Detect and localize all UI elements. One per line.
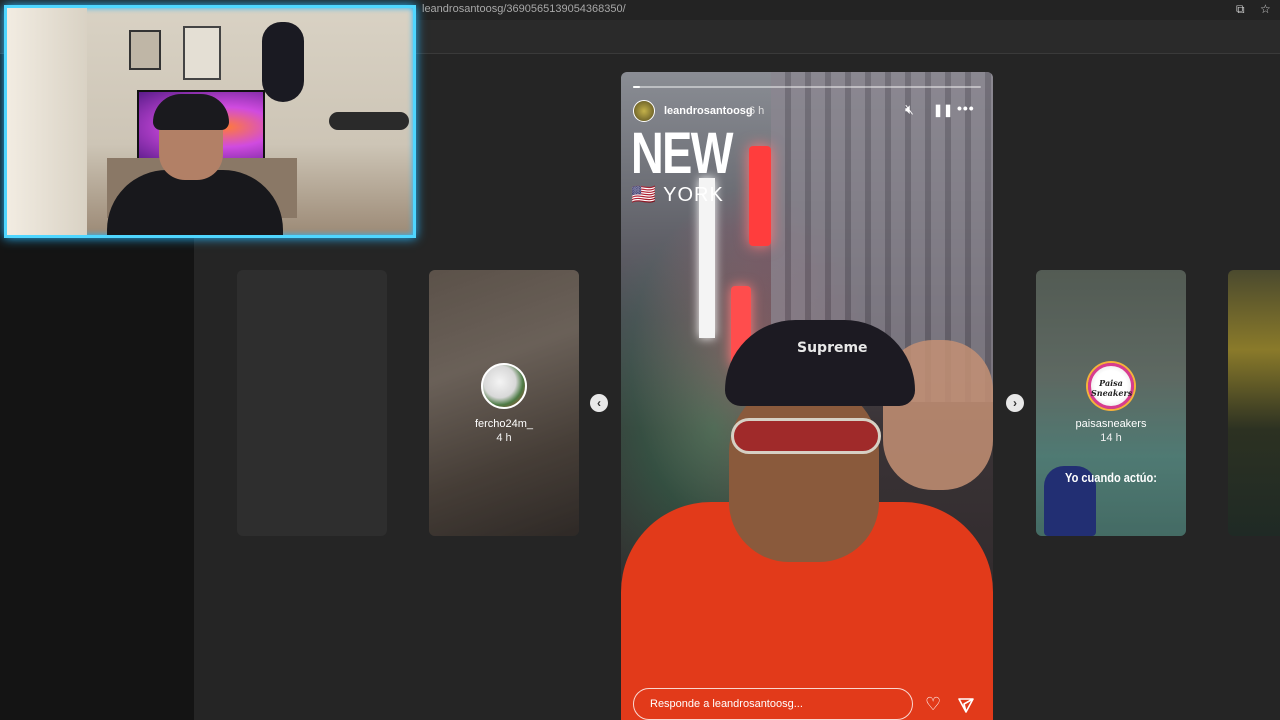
send-icon[interactable] (957, 696, 975, 714)
story-progress-bar (633, 86, 981, 88)
story-reply-input[interactable]: Responde a leandrosantoosg... (633, 688, 913, 720)
webcam-streamer (107, 94, 283, 235)
install-app-icon[interactable]: ⧉ (1236, 2, 1245, 17)
story-username: paisasneakers (1075, 418, 1147, 430)
story-avatar (481, 363, 527, 409)
streamer-webcam-overlay (4, 5, 416, 238)
story-overlay-subtitle: 🇺🇸 YORK (631, 184, 724, 206)
story-preview-empty[interactable] (237, 270, 387, 536)
chevron-right-icon[interactable]: › (1006, 394, 1024, 412)
avatar-logo-text: Paisa Sneakers (1091, 378, 1133, 398)
webcam-streamer-hair (153, 94, 229, 130)
more-icon[interactable]: ••• (957, 100, 975, 116)
webcam-wall-art-image (183, 26, 221, 80)
story-username: fercho24m_ (474, 418, 534, 430)
heart-icon[interactable]: ♡ (925, 694, 941, 715)
url-text[interactable]: leandrosantoosg/3690565139054368350/ (422, 3, 626, 15)
pause-icon[interactable]: ❚❚ (933, 103, 953, 117)
story-time: 4 h (496, 432, 512, 444)
webcam-streamer-body (107, 170, 283, 235)
bookmark-star-icon[interactable]: ☆ (1260, 2, 1271, 16)
story-caption: Yo cuando actúo: (1065, 470, 1157, 485)
webcam-guitar-image (262, 22, 304, 102)
sunglasses-image (731, 418, 881, 454)
webcam-microphone-image (329, 112, 409, 130)
story-preview-paisasneakers[interactable]: Paisa Sneakers paisasneakers 14 h Yo cua… (1036, 270, 1186, 536)
cap-logo-text: Supreme (797, 340, 868, 356)
story-progress-fill (633, 86, 640, 88)
story-time: 6 h (749, 105, 765, 117)
story-time: 14 h (1100, 432, 1122, 444)
webcam-wall (7, 8, 87, 235)
mute-icon[interactable]: 🔇︎ (905, 101, 914, 118)
story-avatar: Paisa Sneakers (1088, 363, 1134, 409)
person-face-image (729, 382, 879, 562)
story-author-username[interactable]: leandrosantoosg (664, 105, 753, 117)
billboard-image (749, 146, 771, 246)
person-cap-image (725, 320, 915, 406)
chevron-left-icon[interactable]: ‹ (590, 394, 608, 412)
story-preview-next[interactable] (1228, 270, 1280, 536)
story-preview-fercho[interactable]: fercho24m_ 4 h (429, 270, 579, 536)
screen: leandrosantoosg/3690565139054368350/ ⧉ ☆… (0, 0, 1280, 720)
story-author-avatar[interactable] (633, 100, 655, 122)
story-overlay-title: NEW (631, 121, 733, 186)
current-story[interactable]: Supreme leandrosantoosg 6 h 🔇︎ ❚❚ ••• NE… (621, 72, 993, 720)
webcam-shelf-image (129, 30, 161, 70)
